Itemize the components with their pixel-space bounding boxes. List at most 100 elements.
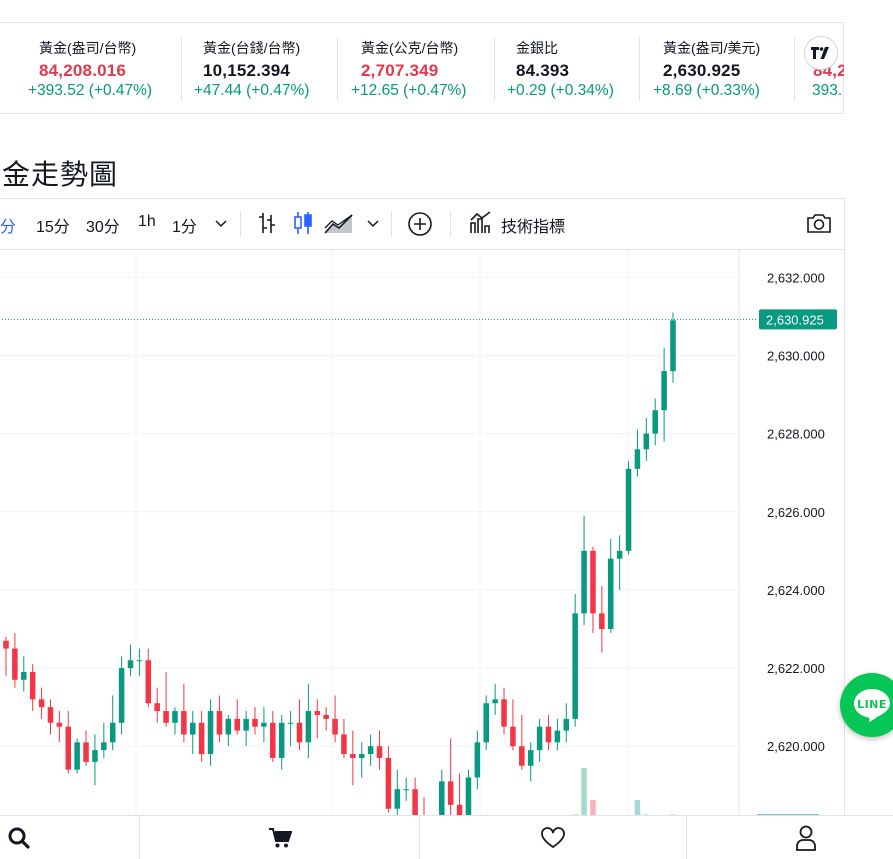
page-title: 黃金走勢圖: [0, 158, 119, 191]
candlestick-icon[interactable]: [292, 211, 314, 235]
ticker-name: 金銀比: [516, 40, 558, 56]
tradingview-icon: [811, 47, 829, 59]
candle-body: [483, 703, 489, 743]
ticker-change: +393.52 (+0.47%): [28, 82, 153, 99]
candle-body: [536, 726, 543, 751]
heart-icon: [541, 826, 565, 848]
candle-body: [607, 558, 614, 630]
y-axis-tick-label: 2,626.000: [767, 505, 825, 520]
price-chart[interactable]: 2,632.000 2,630.000 2,628.000 2,626.000 2,62…: [0, 250, 844, 838]
candle-body: [670, 320, 676, 372]
interval-15m[interactable]: 15分: [36, 213, 70, 237]
candle-body: [261, 722, 267, 727]
nav-account[interactable]: [687, 816, 893, 859]
candle-body: [12, 648, 18, 680]
candle-body: [92, 750, 98, 762]
chevron-down-icon[interactable]: [367, 220, 379, 228]
divider: [181, 37, 182, 101]
y-axis-tick-label: 2,622.000: [767, 661, 825, 676]
candle-body: [634, 449, 641, 469]
candle-body: [65, 726, 72, 770]
candle-body: [47, 707, 54, 723]
bottom-nav: [0, 815, 893, 859]
ticker-price: 2,630.925: [663, 61, 741, 80]
candle-body: [287, 722, 294, 724]
chevron-down-icon[interactable]: [215, 220, 227, 228]
area-chart-icon[interactable]: [324, 211, 354, 235]
divider: [639, 37, 640, 101]
ticker-change: +8.69 (+0.33%): [653, 82, 760, 99]
candle-body: [101, 742, 107, 751]
candle-body: [590, 550, 596, 614]
divider: [494, 37, 495, 101]
candle-body: [358, 754, 365, 758]
candle-body: [314, 711, 321, 715]
candle-body: [243, 718, 249, 731]
candle-body: [278, 722, 285, 758]
candle-body: [661, 371, 667, 411]
candle-body: [447, 781, 454, 805]
candle-body: [198, 722, 205, 755]
candle-body: [190, 722, 196, 735]
interval-1h[interactable]: 1h: [138, 213, 156, 231]
add-compare-icon[interactable]: [407, 211, 433, 237]
indicators-button[interactable]: 技術指標: [501, 213, 565, 237]
candle-body: [270, 722, 276, 758]
interval-5m[interactable]: 5分: [0, 213, 16, 237]
indicators-icon[interactable]: [469, 211, 493, 235]
y-axis-tick-label: 2,620.000: [767, 739, 825, 754]
candle-body: [136, 660, 143, 662]
candle-body: [545, 726, 552, 743]
y-axis-tick-label: 2,624.000: [767, 583, 825, 598]
line-share-button[interactable]: LINE: [840, 673, 893, 737]
candle-body: [563, 718, 570, 731]
candle-body: [181, 711, 187, 735]
candle-body: [599, 613, 605, 630]
candle-body: [616, 550, 623, 559]
ticker-change: +12.65 (+0.47%): [351, 82, 467, 99]
candle-body: [376, 746, 383, 758]
candle-body: [652, 410, 658, 434]
candle-body: [234, 718, 240, 731]
camera-icon[interactable]: [806, 212, 832, 234]
candle-body: [305, 711, 312, 743]
search-icon: [8, 827, 30, 849]
candle-body: [172, 711, 178, 723]
nav-cart[interactable]: [140, 816, 419, 859]
cart-icon: [268, 827, 292, 847]
candle-body: [385, 757, 392, 809]
tradingview-logo[interactable]: [805, 37, 837, 69]
chart-widget: 5分 15分 30分 1h 1分: [0, 198, 845, 838]
candle-body: [296, 722, 303, 743]
user-icon: [796, 825, 816, 851]
ticker-change: +47.44 (+0.47%): [194, 82, 310, 99]
candle-body: [3, 640, 9, 649]
ticker-name: 黃金(台錢/台幣): [203, 40, 301, 56]
ticker-change: +393.: [813, 82, 843, 99]
bar-chart-icon[interactable]: [256, 211, 278, 235]
candle-body: [83, 742, 89, 762]
candle-body: [572, 613, 578, 719]
candle-body: [554, 730, 561, 743]
candle-body: [341, 734, 347, 755]
candle-body: [118, 668, 125, 723]
candle-body: [501, 699, 507, 727]
interval-30m[interactable]: 30分: [86, 213, 120, 237]
candle-body: [163, 711, 169, 723]
ticker-name: 黃金(公克/台幣): [361, 40, 459, 56]
divider: [391, 211, 392, 237]
ticker-strip: 黃金(盎司/台幣) 84,208.016 +393.52 (+0.47%) 黃金…: [0, 22, 844, 114]
ticker-price: 10,152.394: [203, 61, 291, 80]
nav-favorites[interactable]: [420, 816, 686, 859]
candle-body: [332, 718, 338, 735]
candle-body: [394, 789, 401, 809]
candle-body: [154, 703, 160, 712]
interval-dropdown[interactable]: 1分: [172, 213, 197, 237]
candle-body: [109, 722, 116, 743]
nav-search[interactable]: [0, 816, 38, 859]
divider: [450, 211, 451, 237]
ticker-price: 2,707.349: [361, 61, 439, 80]
candle-body: [21, 671, 27, 680]
divider: [794, 37, 795, 101]
candle-body: [350, 754, 356, 758]
